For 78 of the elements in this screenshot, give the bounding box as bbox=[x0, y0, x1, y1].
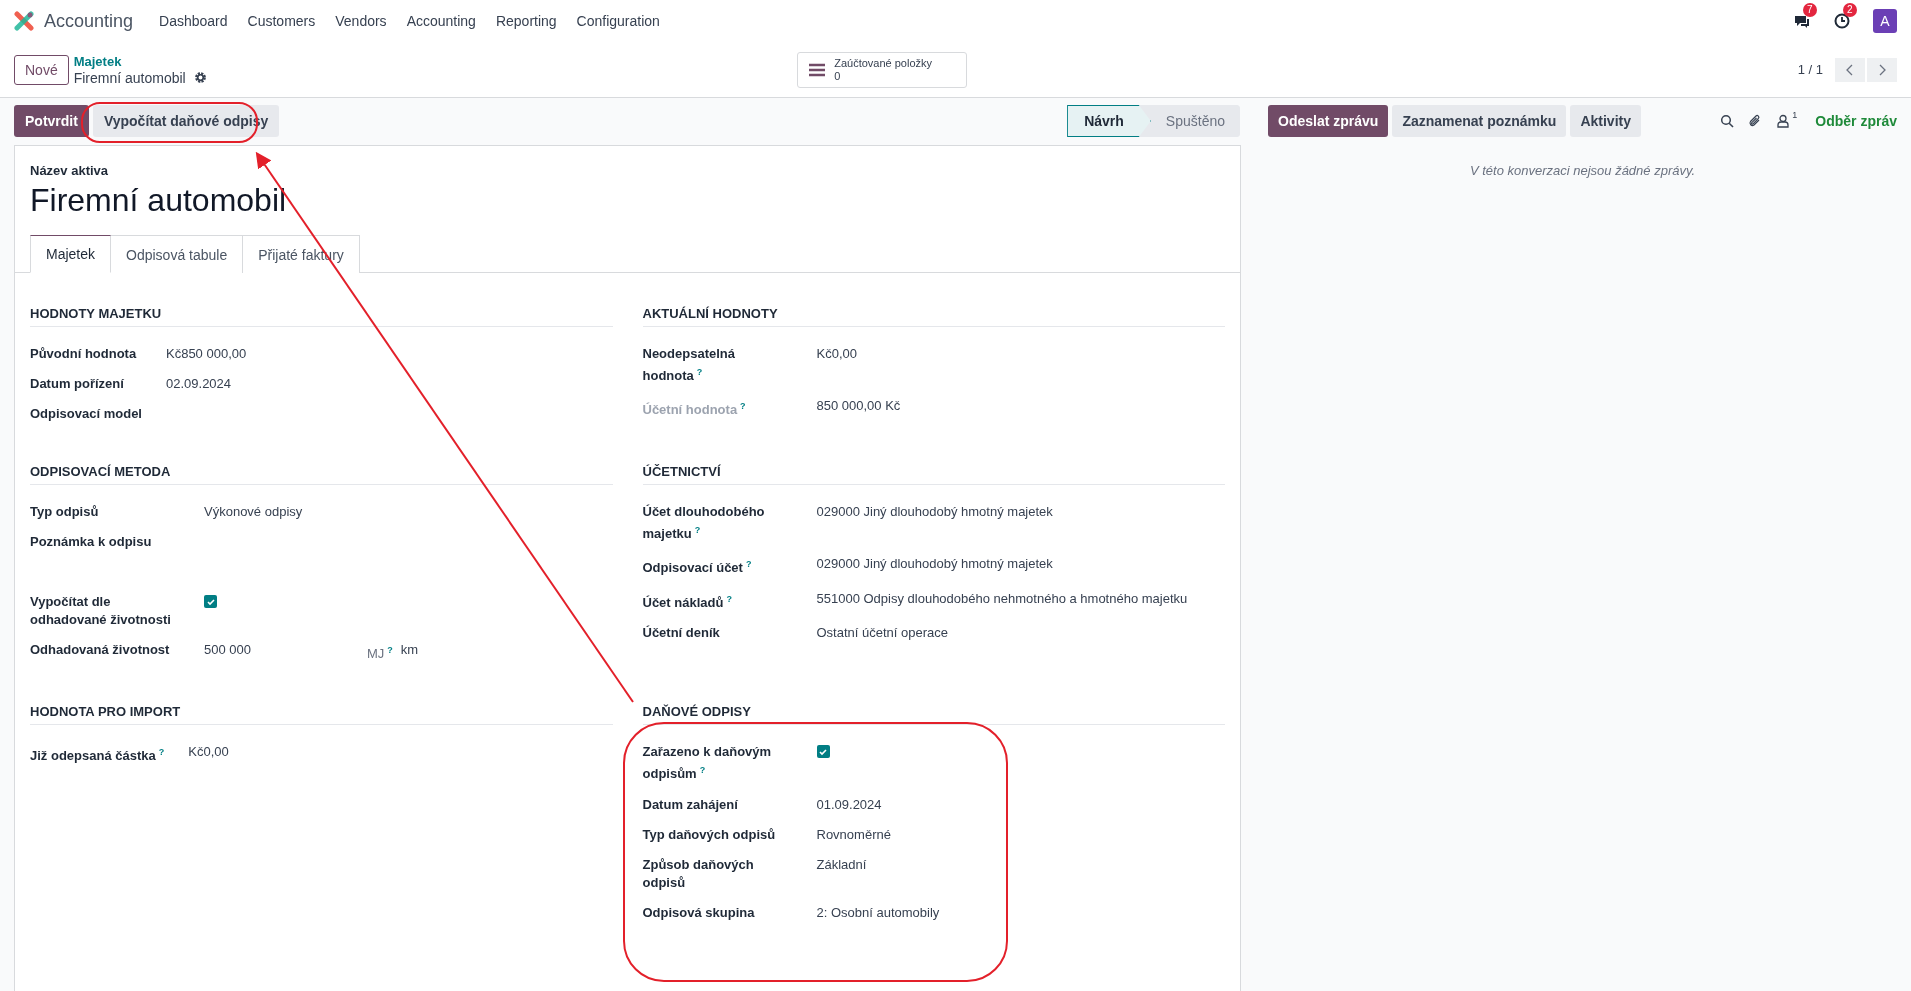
posted-entries-button[interactable]: Zaúčtované položky 0 bbox=[797, 51, 968, 88]
field-label: Odpisovací model bbox=[30, 405, 142, 423]
section-title: AKTUÁLNÍ HODNOTY bbox=[642, 306, 1225, 327]
unit-value[interactable]: km bbox=[392, 635, 419, 665]
record-title: Firemní automobil bbox=[73, 69, 186, 86]
field-label: Účet nákladů $^{?}$ bbox=[642, 592, 733, 612]
field-value[interactable]: 500 000 bbox=[204, 635, 367, 665]
app-name[interactable]: Accounting bbox=[44, 10, 134, 32]
field-label: Účet dlouhodobého majetku $^{?}$ bbox=[642, 503, 766, 544]
app-logo-icon[interactable] bbox=[14, 11, 34, 31]
clock-icon[interactable] bbox=[1833, 12, 1851, 30]
field-value[interactable]: 850 000,00 Kč bbox=[816, 391, 1225, 426]
field-value[interactable]: Kč0,00 bbox=[188, 737, 613, 772]
pager-counter[interactable]: 1 / 1 bbox=[1797, 62, 1823, 77]
field-value[interactable]: Základní bbox=[816, 849, 1225, 898]
section-title: HODNOTA PRO IMPORT bbox=[30, 704, 613, 726]
follow-link[interactable]: Odběr zpráv bbox=[1815, 113, 1897, 129]
confirm-button[interactable]: Potvrdit bbox=[14, 105, 89, 137]
user-avatar[interactable]: A bbox=[1873, 9, 1897, 33]
field-label: Neodepsatelná hodnota $^{?}$ bbox=[642, 345, 736, 386]
section-title: HODNOTY MAJETKU bbox=[30, 306, 613, 327]
notification-badge: 7 bbox=[1803, 3, 1817, 17]
field-label: Již odepsaná částka $^{?}$ bbox=[30, 746, 165, 766]
field-label: Odpisová skupina bbox=[642, 903, 756, 922]
tab[interactable]: Majetek bbox=[30, 235, 112, 273]
checkbox[interactable] bbox=[816, 745, 830, 759]
field-label: Datum pořízení bbox=[30, 375, 125, 393]
field-label: Způsob daňových odpisů bbox=[642, 855, 755, 892]
field-label: Odhadovaná životnost bbox=[30, 641, 171, 659]
field-value[interactable]: 02.09.2024 bbox=[166, 369, 613, 399]
asset-name[interactable]: Firemní automobil bbox=[30, 182, 287, 219]
chatter-button[interactable]: Odeslat zprávu bbox=[1268, 105, 1389, 137]
field-value[interactable]: 029000 Jiný dlouhodobý hmotný majetek bbox=[816, 497, 1225, 550]
list-icon bbox=[808, 61, 827, 78]
new-button[interactable]: Nové bbox=[14, 54, 69, 85]
checkbox[interactable] bbox=[204, 595, 217, 608]
field-value[interactable]: Ostatní účetní operace bbox=[816, 618, 1225, 648]
status-stage[interactable]: Spuštěno bbox=[1138, 105, 1240, 137]
field-label: Datum zahájení bbox=[642, 795, 739, 814]
field-value[interactable]: 01.09.2024 bbox=[816, 789, 1225, 820]
chatter-button[interactable]: Zaznamenat poznámku bbox=[1392, 105, 1567, 137]
field-label: Typ odpisů bbox=[30, 503, 100, 521]
status-stage[interactable]: Návrh bbox=[1067, 105, 1151, 137]
field-label: Odpisovací účet $^{?}$ bbox=[642, 558, 753, 578]
search-icon[interactable] bbox=[1720, 114, 1735, 128]
field-label: Typ daňových odpisů bbox=[642, 825, 777, 844]
field-value[interactable]: Kč0,00 bbox=[816, 339, 1225, 392]
field-label: Zařazeno k daňovým odpisům $^{?}$ bbox=[642, 743, 773, 784]
chatter-button[interactable]: Aktivity bbox=[1570, 105, 1641, 137]
section-title: ODPISOVACÍ METODA bbox=[30, 464, 613, 485]
unit-label: MJ $^{?}$ bbox=[367, 644, 393, 664]
field-label: Účetní hodnota $^{?}$ bbox=[642, 400, 747, 420]
field-label: Účetní deník bbox=[642, 624, 721, 642]
menu-item[interactable]: Dashboard bbox=[149, 13, 238, 29]
tab[interactable]: Odpisová tabule bbox=[110, 235, 244, 273]
section-title: DAŇOVÉ ODPISY bbox=[642, 704, 1225, 726]
empty-message: V této konverzaci nejsou žádné zprávy. bbox=[1468, 163, 1697, 178]
field-label: Poznámka k odpisu bbox=[30, 533, 153, 551]
field-value[interactable]: Výkonové odpisy bbox=[204, 497, 613, 527]
field-value[interactable]: 029000 Jiný dlouhodobý hmotný majetek bbox=[816, 549, 1225, 584]
field-label: Vypočítat dle odhadované životnosti bbox=[30, 593, 172, 629]
field-label: Původní hodnota bbox=[30, 345, 138, 363]
field-value[interactable]: 2: Osobní automobily bbox=[816, 897, 1225, 928]
notification-badge: 2 bbox=[1843, 3, 1857, 17]
menu-item[interactable]: Customers bbox=[237, 13, 326, 29]
followers-icon[interactable] bbox=[1776, 114, 1791, 128]
menu-item[interactable]: Reporting bbox=[485, 13, 567, 29]
settings-icon[interactable] bbox=[193, 71, 207, 84]
menu-item[interactable]: Accounting bbox=[396, 13, 486, 29]
field-value[interactable]: Kč850 000,00 bbox=[166, 339, 613, 369]
section-title: ÚČETNICTVÍ bbox=[642, 464, 1225, 485]
menu-item[interactable]: Configuration bbox=[566, 13, 670, 29]
breadcrumb-link[interactable]: Majetek bbox=[73, 53, 207, 70]
menu-item[interactable]: Vendors bbox=[325, 13, 397, 29]
followers-count: 1 bbox=[1792, 110, 1798, 120]
field-value[interactable]: Rovnoměrné bbox=[816, 819, 1225, 850]
field-value[interactable]: 551000 Odpisy dlouhodobého nehmotného a hmotného majetku bbox=[816, 583, 1225, 618]
field-label: Název aktiva bbox=[30, 163, 109, 178]
